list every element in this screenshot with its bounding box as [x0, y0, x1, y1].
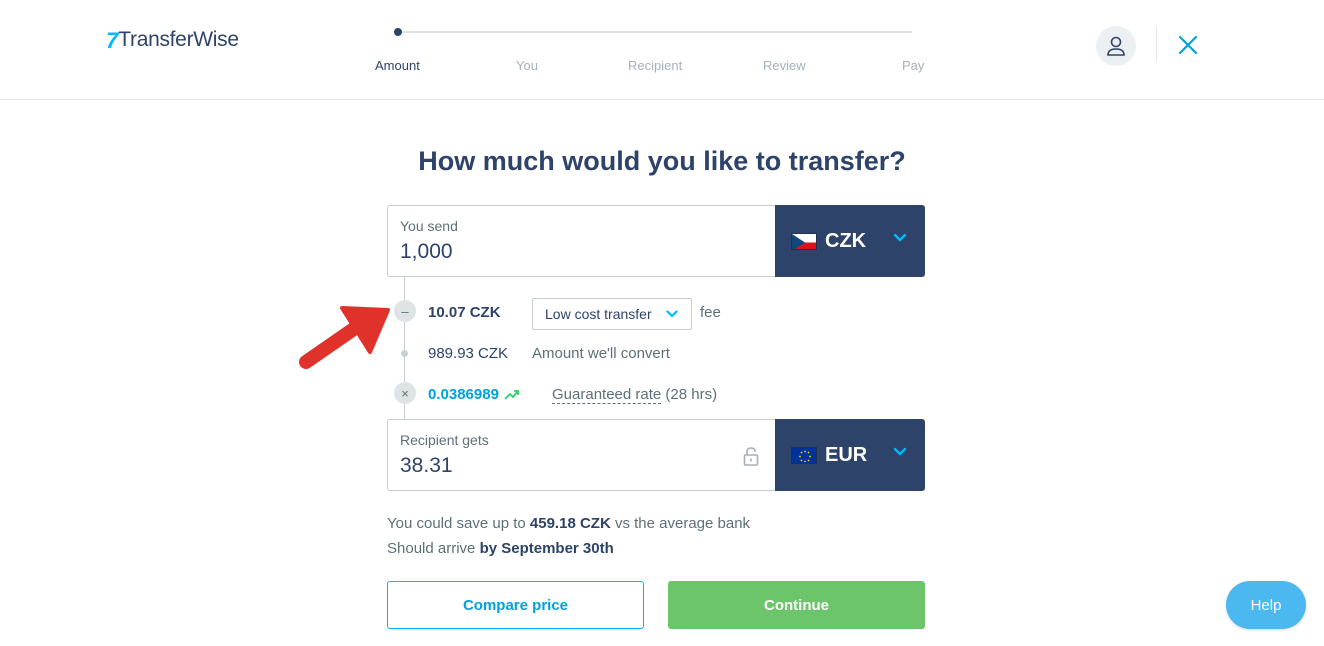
chevron-down-icon	[893, 233, 907, 242]
fee-type-value: Low cost transfer	[545, 306, 652, 322]
arrival-prefix: Should arrive	[387, 540, 476, 557]
compare-price-button[interactable]: Compare price	[387, 581, 644, 629]
send-currency-code: CZK	[825, 229, 867, 252]
fee-type-select[interactable]: Low cost transfer	[532, 298, 692, 330]
close-icon	[1178, 35, 1198, 55]
fee-amount: 10.07 CZK	[428, 304, 501, 321]
step-amount: Amount	[375, 58, 420, 73]
breakdown-dot	[401, 350, 408, 357]
arrival-date: by September 30th	[479, 540, 614, 557]
help-button[interactable]: Help	[1226, 581, 1306, 629]
receive-amount-input[interactable]	[400, 454, 730, 478]
logo-text: TransferWise	[118, 28, 239, 51]
arrival-line: Should arrive by September 30th	[387, 536, 750, 561]
stepper-current-dot	[394, 28, 402, 36]
transferwise-logo[interactable]: 7 TransferWise	[106, 28, 239, 52]
header-divider	[1156, 26, 1157, 62]
convert-label: Amount we'll convert	[532, 345, 670, 362]
receive-label: Recipient gets	[400, 432, 489, 448]
savings-info: You could save up to 459.18 CZK vs the a…	[387, 511, 750, 561]
chevron-down-icon	[666, 310, 678, 318]
send-label: You send	[400, 218, 458, 234]
multiply-icon: ×	[394, 382, 416, 404]
exchange-rate-value: 0.0386989	[428, 386, 499, 403]
send-amount-box: You send CZK	[387, 205, 925, 277]
stepper-track	[398, 31, 912, 33]
savings-suffix: vs the average bank	[614, 515, 751, 532]
guaranteed-rate-link[interactable]: Guaranteed rate	[552, 386, 662, 404]
czech-flag-icon	[791, 232, 817, 250]
minus-icon: –	[394, 300, 416, 322]
lock-icon[interactable]	[743, 446, 759, 466]
send-currency-select[interactable]: CZK	[775, 205, 925, 277]
close-button[interactable]	[1176, 33, 1200, 57]
receive-currency-code: EUR	[825, 443, 868, 466]
trend-up-icon	[504, 389, 519, 400]
convert-amount: 989.93 CZK	[428, 345, 509, 362]
red-arrow-annotation	[299, 306, 390, 369]
user-icon	[1107, 36, 1125, 56]
step-review: Review	[763, 58, 806, 73]
top-header: 7 TransferWise Amount You Recipient Revi…	[0, 0, 1324, 100]
continue-button[interactable]: Continue	[668, 581, 925, 629]
receive-currency-select[interactable]: EUR	[775, 419, 925, 491]
profile-button[interactable]	[1096, 26, 1136, 66]
step-you: You	[516, 58, 538, 73]
send-amount-input[interactable]	[400, 240, 730, 264]
rate-duration: (28 hrs)	[665, 386, 718, 403]
progress-stepper: Amount You Recipient Review Pay	[375, 26, 925, 76]
step-recipient: Recipient	[628, 58, 683, 73]
guaranteed-rate-info[interactable]: Guaranteed rate (28 hrs)	[552, 386, 718, 404]
step-pay: Pay	[902, 58, 925, 73]
exchange-rate: 0.0386989	[428, 386, 520, 403]
savings-line: You could save up to 459.18 CZK vs the a…	[387, 511, 750, 536]
chevron-down-icon	[893, 447, 907, 456]
savings-amount: 459.18 CZK	[529, 515, 611, 532]
page-title: How much would you like to transfer?	[418, 146, 906, 176]
receive-amount-box: Recipient gets EUR	[387, 419, 925, 491]
fee-suffix: fee	[700, 304, 721, 321]
logo-mark-icon: 7	[106, 28, 118, 53]
savings-prefix: You could save up to	[387, 515, 526, 532]
eu-flag-icon	[791, 446, 817, 464]
